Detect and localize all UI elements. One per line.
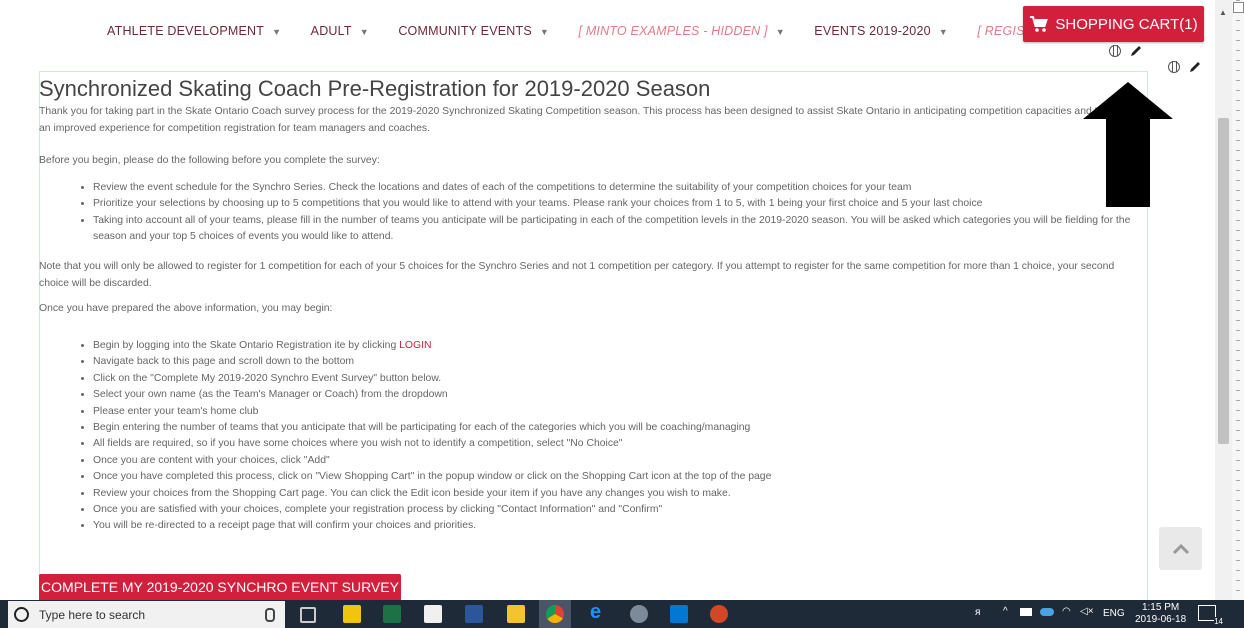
- outlook-icon[interactable]: [670, 605, 688, 623]
- vertical-scrollbar[interactable]: ▲: [1215, 0, 1232, 600]
- ruler-tab-icon: [1233, 2, 1244, 13]
- nav-menu: ATHLETE DEVELOPMENT ▼ ADULT ▼ COMMUNITY EV…: [107, 24, 1083, 38]
- note-paragraph: Note that you will only be allowed to re…: [39, 261, 1115, 289]
- chevron-down-icon: ▼: [272, 27, 282, 37]
- list-item: Once you are content with your choices, …: [93, 453, 1153, 469]
- globe-icon[interactable]: [1109, 45, 1121, 57]
- top-navigation: ATHLETE DEVELOPMENT ▼ ADULT ▼ COMMUNITY EV…: [0, 0, 1215, 62]
- list-item: Begin by logging into the Skate Ontario …: [93, 338, 1153, 354]
- before-begin-text: Before you begin, please do the followin…: [39, 155, 380, 166]
- pointer-arrow-icon: [1083, 82, 1173, 207]
- list-item: Review the event schedule for the Synchr…: [93, 180, 1153, 196]
- list-item: Select your own name (as the Team's Mana…: [93, 387, 1153, 403]
- chevron-down-icon: ▼: [938, 27, 948, 37]
- chevron-down-icon: ▼: [539, 27, 549, 37]
- nav-item-minto-examples[interactable]: [ MINTO EXAMPLES - HIDDEN ] ▼: [578, 24, 784, 38]
- chrome-taskbar-slot[interactable]: [539, 600, 571, 628]
- chevron-down-icon: ▼: [775, 27, 785, 37]
- shopping-cart-button[interactable]: SHOPPING CART(1): [1023, 6, 1204, 42]
- scroll-to-top-button[interactable]: [1159, 527, 1202, 570]
- list-item: Review your choices from the Shopping Ca…: [93, 486, 1153, 502]
- search-placeholder: Type here to search: [39, 607, 146, 622]
- scroll-up-icon[interactable]: ▲: [1219, 8, 1227, 17]
- list-item: All fields are required, so if you have …: [93, 436, 1153, 452]
- steps-list: Begin by logging into the Skate Ontario …: [79, 338, 1153, 535]
- edge-icon[interactable]: e: [590, 601, 608, 623]
- list-item: Once you have completed this process, cl…: [93, 469, 1153, 485]
- onedrive-icon[interactable]: [1040, 608, 1054, 616]
- complete-survey-button[interactable]: COMPLETE MY 2019-2020 SYNCHRO EVENT SURV…: [39, 574, 401, 600]
- globe-icon[interactable]: [1168, 61, 1180, 73]
- store-icon[interactable]: [424, 605, 442, 623]
- word-icon[interactable]: [465, 605, 483, 623]
- microphone-icon[interactable]: [265, 608, 275, 622]
- paint-icon[interactable]: [630, 605, 648, 623]
- clock-date: 2019-06-18: [1135, 614, 1187, 625]
- chrome-icon: [546, 605, 564, 623]
- prep-list: Review the event schedule for the Synchr…: [79, 180, 1153, 246]
- list-item: You will be re-directed to a receipt pag…: [93, 518, 1153, 534]
- chevron-up-icon[interactable]: ^: [1003, 606, 1008, 617]
- action-center-icon[interactable]: 14: [1198, 605, 1223, 626]
- intro-paragraph: Thank you for taking part in the Skate O…: [39, 106, 1141, 134]
- cortana-icon: [14, 607, 29, 622]
- nav-item-community-events[interactable]: COMMUNITY EVENTS ▼: [398, 24, 549, 38]
- shopping-cart-label: SHOPPING CART(1): [1055, 15, 1198, 33]
- excel-icon[interactable]: [383, 605, 401, 623]
- pencil-icon[interactable]: [1188, 60, 1202, 74]
- clock-time: 1:15 PM: [1141, 602, 1180, 613]
- list-item: Once you are satisfied with your choices…: [93, 502, 1153, 518]
- powerpoint-icon[interactable]: [710, 605, 728, 623]
- taskbar-search[interactable]: Type here to search: [8, 601, 285, 628]
- nav-item-adult[interactable]: ADULT ▼: [311, 24, 369, 38]
- chevron-down-icon: ▼: [359, 27, 369, 37]
- battery-icon[interactable]: [1020, 608, 1032, 616]
- sticky-notes-icon[interactable]: [507, 605, 525, 623]
- page-title: Synchronized Skating Coach Pre-Registrat…: [39, 76, 711, 101]
- taskbar-clock[interactable]: 1:15 PM 2019-06-18: [1135, 602, 1186, 626]
- pencil-icon[interactable]: [1129, 44, 1143, 58]
- shopping-cart-icon: [1030, 16, 1049, 32]
- once-prepared-text: Once you have prepared the above informa…: [39, 303, 333, 314]
- chevron-up-icon: [1172, 543, 1189, 554]
- list-item: Taking into account all of your teams, p…: [93, 213, 1153, 246]
- volume-icon[interactable]: ◁×: [1080, 606, 1094, 617]
- nav-item-athlete-development[interactable]: ATHLETE DEVELOPMENT ▼: [107, 24, 281, 38]
- list-item: Click on the "Complete My 2019-2020 Sync…: [93, 371, 1153, 387]
- task-view-icon[interactable]: [300, 607, 316, 623]
- wifi-icon[interactable]: ◠: [1062, 606, 1071, 617]
- nav-edit-tools: [1109, 44, 1143, 58]
- nav-item-events-2019-2020[interactable]: EVENTS 2019-2020 ▼: [814, 24, 948, 38]
- login-link[interactable]: LOGIN: [399, 340, 431, 351]
- scrollbar-thumb[interactable]: [1218, 118, 1229, 444]
- list-item: Please enter your team's home club: [93, 404, 1153, 420]
- list-item: Begin entering the number of teams that …: [93, 420, 1153, 436]
- file-explorer-icon[interactable]: [343, 605, 361, 623]
- notification-count: 14: [1214, 617, 1223, 626]
- list-item: Navigate back to this page and scroll do…: [93, 354, 1153, 370]
- people-icon[interactable]: ᴙ: [975, 607, 980, 618]
- list-item: Prioritize your selections by choosing u…: [93, 196, 1153, 212]
- windows-taskbar: Type here to search e ᴙ ^ ◠ ◁× ENG 1:15 …: [0, 600, 1244, 628]
- language-indicator[interactable]: ENG: [1103, 608, 1125, 619]
- side-ruler: [1232, 0, 1244, 600]
- content-edit-tools: [1168, 60, 1202, 74]
